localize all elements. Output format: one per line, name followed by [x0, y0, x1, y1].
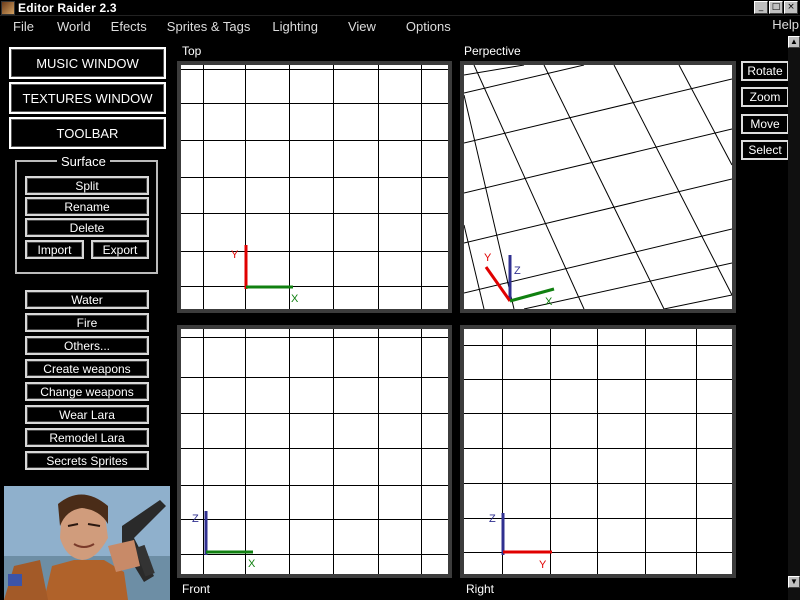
perspective-y-axis-label: Y: [484, 252, 492, 264]
right-view-label: Right: [466, 582, 495, 596]
change-weapons-button[interactable]: Change weapons: [25, 382, 149, 401]
select-button[interactable]: Select: [741, 140, 789, 160]
menu-world[interactable]: World: [40, 19, 97, 34]
surface-group-label: Surface: [57, 154, 110, 169]
top-viewport[interactable]: Y X: [177, 61, 452, 313]
rotate-button[interactable]: Rotate: [741, 61, 789, 81]
y-axis-line: [484, 266, 512, 302]
right-z-axis-label: Z: [489, 513, 496, 525]
export-button[interactable]: Export: [91, 240, 149, 259]
toolbar-button[interactable]: TOOLBAR: [9, 117, 166, 149]
maximize-icon[interactable]: □: [769, 1, 783, 14]
right-viewport[interactable]: Z Y: [460, 325, 736, 578]
remodel-lara-button[interactable]: Remodel Lara: [25, 428, 149, 447]
minimize-icon[interactable]: _: [754, 1, 768, 14]
lara-portrait: [4, 486, 170, 600]
menu-sprites-tags[interactable]: Sprites & Tags: [153, 19, 257, 34]
create-weapons-button[interactable]: Create weapons: [25, 359, 149, 378]
music-window-button[interactable]: MUSIC WINDOW: [9, 47, 166, 79]
right-y-axis-label: Y: [539, 559, 547, 571]
secrets-sprites-button[interactable]: Secrets Sprites: [25, 451, 149, 470]
menu-help[interactable]: Help: [771, 17, 800, 32]
close-icon[interactable]: ×: [784, 1, 798, 14]
menu-lighting[interactable]: Lighting: [256, 19, 324, 34]
lara-portrait-image: [4, 486, 170, 600]
menu-view[interactable]: View: [324, 19, 382, 34]
window-title: Editor Raider 2.3: [18, 0, 117, 15]
menu-efects[interactable]: Efects: [97, 19, 153, 34]
menu-bar: File World Efects Sprites & Tags Lightin…: [0, 17, 800, 35]
top-y-axis-label: Y: [231, 249, 239, 261]
scroll-down-icon[interactable]: ▼: [788, 576, 800, 588]
scroll-up-icon[interactable]: ▲: [788, 36, 800, 48]
delete-button[interactable]: Delete: [25, 218, 149, 237]
fire-button[interactable]: Fire: [25, 313, 149, 332]
water-button[interactable]: Water: [25, 290, 149, 309]
front-view-label: Front: [182, 582, 211, 596]
perspective-view-label: Perpective: [464, 44, 521, 58]
top-grid: Y X: [181, 65, 448, 309]
textures-window-button[interactable]: TEXTURES WINDOW: [9, 82, 166, 114]
vertical-scrollbar[interactable]: ▲ ▼: [788, 36, 800, 600]
perspective-viewport[interactable]: Y Z X: [460, 61, 736, 313]
window-controls: _ □ ×: [754, 1, 798, 14]
menu-file[interactable]: File: [0, 19, 40, 34]
split-button[interactable]: Split: [25, 176, 149, 195]
title-bar: Editor Raider 2.3 _ □ ×: [0, 0, 800, 16]
perspective-z-axis-label: Z: [514, 265, 521, 277]
right-grid: Z Y: [464, 329, 732, 574]
perspective-grid: Y Z X: [464, 65, 732, 309]
perspective-x-axis-label: X: [545, 296, 553, 308]
front-viewport[interactable]: Z X: [177, 325, 452, 578]
rename-button[interactable]: Rename: [25, 197, 149, 216]
top-view-label: Top: [182, 44, 202, 58]
front-x-axis-label: X: [248, 558, 256, 570]
wear-lara-button[interactable]: Wear Lara: [25, 405, 149, 424]
zoom-button[interactable]: Zoom: [741, 87, 789, 107]
import-button[interactable]: Import: [25, 240, 84, 259]
front-z-axis-label: Z: [192, 513, 199, 525]
front-grid: Z X: [181, 329, 448, 574]
others-button[interactable]: Others...: [25, 336, 149, 355]
move-button[interactable]: Move: [741, 114, 789, 134]
menu-options[interactable]: Options: [382, 19, 457, 34]
app-icon: [1, 0, 15, 15]
top-x-axis-label: X: [291, 293, 299, 305]
